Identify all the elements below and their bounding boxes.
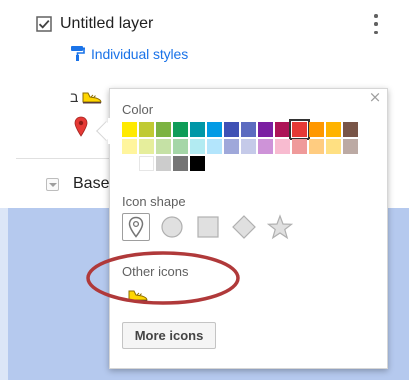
color-swatch[interactable] [343, 122, 358, 137]
checkmark-icon [36, 16, 52, 32]
color-swatch[interactable] [258, 122, 273, 137]
color-swatch[interactable] [173, 156, 188, 171]
map-edge [0, 208, 8, 380]
color-swatch[interactable] [122, 122, 137, 137]
color-swatch[interactable] [156, 139, 171, 154]
color-section-label: Color [122, 102, 154, 117]
individual-styles-label: Individual styles [91, 45, 189, 62]
color-swatch[interactable] [309, 122, 324, 137]
star-shape-icon [267, 214, 293, 240]
color-palette [122, 119, 358, 173]
layer-header: Untitled layer [36, 12, 153, 36]
color-swatch[interactable] [275, 139, 290, 154]
color-swatch-row [122, 119, 358, 140]
shape-square-button[interactable] [194, 213, 222, 241]
shape-pin-button[interactable] [122, 213, 150, 241]
color-swatch-row [122, 156, 358, 171]
diamond-shape-icon [232, 215, 256, 239]
color-swatch-row [122, 139, 358, 154]
shape-diamond-button[interactable] [230, 213, 258, 241]
other-icon-shoe[interactable] [127, 287, 149, 303]
color-swatch[interactable] [190, 139, 205, 154]
square-shape-icon [197, 216, 219, 238]
color-swatch[interactable] [289, 119, 310, 140]
color-swatch[interactable] [343, 139, 358, 154]
color-swatch[interactable] [139, 122, 154, 137]
color-swatch[interactable] [190, 122, 205, 137]
shoe-icon [82, 92, 102, 104]
pin-shape-icon [128, 216, 144, 238]
circle-shape-icon [161, 216, 183, 238]
color-swatch[interactable] [326, 122, 341, 137]
feature-style-trigger[interactable] [74, 116, 88, 143]
color-swatch[interactable] [241, 122, 256, 137]
layer-options-menu-icon[interactable] [373, 14, 379, 34]
color-swatch[interactable] [207, 139, 222, 154]
base-map-label: Base [73, 175, 110, 192]
color-swatch[interactable] [122, 139, 137, 154]
color-swatch[interactable] [156, 156, 171, 171]
icon-shape-options [122, 213, 294, 241]
individual-styles-link[interactable]: Individual styles [70, 45, 188, 62]
color-swatch[interactable] [173, 122, 188, 137]
feature-list-item[interactable]: ב [70, 89, 103, 105]
shape-circle-button[interactable] [158, 213, 186, 241]
color-swatch[interactable] [224, 122, 239, 137]
layer-title[interactable]: Untitled layer [60, 15, 153, 33]
color-swatch[interactable] [224, 139, 239, 154]
color-swatch[interactable] [275, 122, 290, 137]
color-swatch[interactable] [292, 139, 307, 154]
layer-visibility-checkbox[interactable] [36, 16, 52, 32]
close-icon[interactable]: × [368, 90, 382, 105]
panel-divider [16, 158, 116, 159]
color-swatch[interactable] [309, 139, 324, 154]
shape-star-button[interactable] [266, 213, 294, 241]
color-swatch[interactable] [139, 156, 154, 171]
color-swatch[interactable] [190, 156, 205, 171]
icon-shape-section-label: Icon shape [122, 194, 186, 209]
feature-label: ב [70, 89, 79, 105]
color-swatch[interactable] [258, 139, 273, 154]
color-swatch[interactable] [241, 139, 256, 154]
color-swatch[interactable] [139, 139, 154, 154]
other-icons-section-label: Other icons [122, 264, 189, 279]
paint-roller-icon [71, 46, 85, 61]
popup-pointer-mask [108, 118, 118, 144]
base-map-expand-icon[interactable] [46, 177, 59, 191]
style-popup: × Color Icon shape Other icons More icon… [109, 88, 388, 369]
more-icons-button[interactable]: More icons [122, 322, 216, 349]
color-swatch[interactable] [156, 122, 171, 137]
red-map-pin-icon [74, 116, 88, 137]
base-map-row[interactable]: Base [46, 175, 109, 193]
color-swatch[interactable] [326, 139, 341, 154]
color-swatch[interactable] [207, 122, 222, 137]
shoe-icon [128, 290, 148, 302]
color-swatch[interactable] [173, 139, 188, 154]
